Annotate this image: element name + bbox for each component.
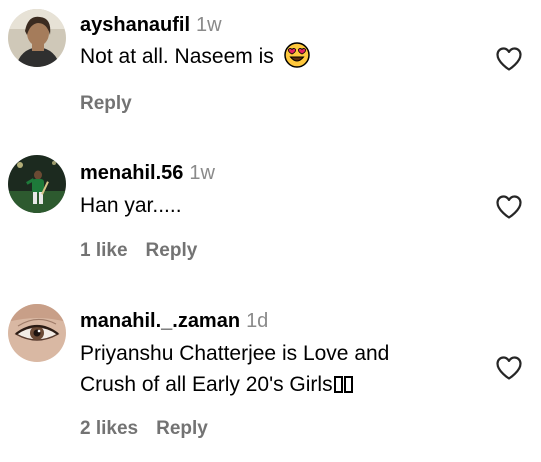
likes-count[interactable]: 2 likes — [80, 418, 138, 439]
timestamp: 1w — [196, 14, 222, 36]
username[interactable]: ayshanaufil — [80, 14, 190, 36]
comment-actions: 1 like Reply — [80, 240, 215, 262]
missing-glyph-icon — [333, 376, 343, 393]
heart-outline-icon — [496, 356, 522, 380]
username[interactable]: menahil.56 — [80, 162, 183, 184]
like-button[interactable] — [495, 194, 523, 220]
comment-body-line: Crush of all Early 20's Girls — [80, 373, 333, 396]
comment-body-line: Priyanshu Chatterjee is Love and — [80, 342, 390, 365]
heart-outline-icon — [496, 195, 522, 219]
reply-button[interactable]: Reply — [156, 418, 208, 439]
comment-item: menahil.56 1w Han yar..... 1 like Reply — [0, 150, 541, 280]
comment-body: Han yar..... — [80, 194, 182, 217]
comment-actions: Reply — [80, 93, 150, 115]
likes-count[interactable]: 1 like — [80, 240, 128, 261]
comment-header: menahil.56 1w — [80, 162, 215, 185]
comment-item: manahil._.zaman 1d Priyanshu Chatterjee i… — [0, 298, 541, 458]
avatar[interactable] — [8, 304, 66, 362]
reply-button[interactable]: Reply — [146, 240, 198, 261]
username[interactable]: manahil._.zaman — [80, 310, 240, 332]
comment-body: Not at all. Naseem is — [80, 45, 274, 68]
comment-item: ayshanaufil 1w Not at all. Naseem is Repl… — [0, 0, 541, 140]
comment-actions: 2 likes Reply — [80, 418, 226, 440]
like-button[interactable] — [495, 46, 523, 72]
heart-outline-icon — [496, 47, 522, 71]
comment-text: Priyanshu Chatterjee is Love and Crush o… — [80, 338, 480, 400]
comment-text: Han yar..... — [80, 190, 480, 221]
comment-body-line-2: Crush of all Early 20's Girls — [80, 369, 480, 400]
comment-text: Not at all. Naseem is — [80, 41, 480, 72]
comment-header: manahil._.zaman 1d — [80, 310, 268, 333]
heart-eyes-emoji-icon — [283, 42, 310, 68]
timestamp: 1w — [189, 162, 215, 184]
like-button[interactable] — [495, 355, 523, 381]
timestamp: 1d — [246, 310, 269, 332]
comment-header: ayshanaufil 1w — [80, 14, 222, 37]
reply-button[interactable]: Reply — [80, 93, 132, 114]
avatar[interactable] — [8, 9, 66, 67]
avatar[interactable] — [8, 155, 66, 213]
missing-glyph-icon — [343, 376, 353, 393]
